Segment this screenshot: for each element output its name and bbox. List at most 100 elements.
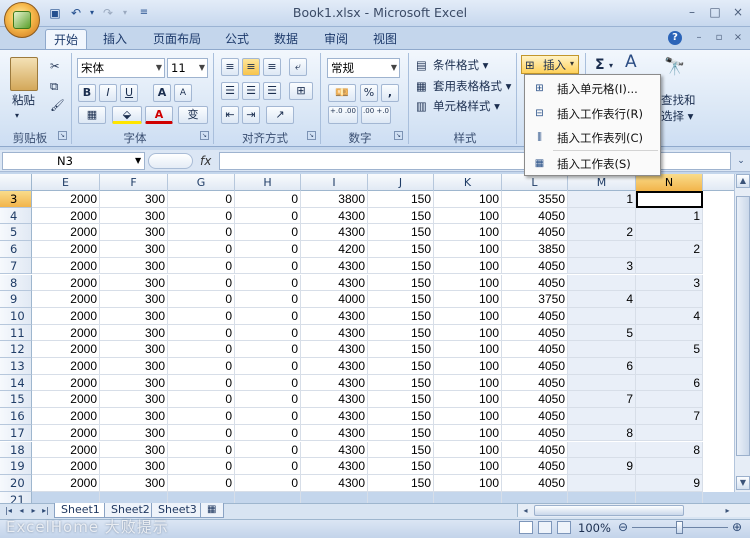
table-cell[interactable]: 300 — [100, 358, 168, 375]
zoom-slider-handle[interactable] — [676, 521, 683, 534]
table-cell[interactable] — [568, 408, 636, 425]
workbook-close-button[interactable]: × — [729, 30, 747, 46]
table-cell[interactable]: 7 — [636, 408, 703, 425]
copy-icon[interactable]: ⧉ — [50, 78, 58, 94]
row-header[interactable]: 8 — [0, 274, 32, 292]
row-header[interactable]: 7 — [0, 257, 32, 275]
cut-icon[interactable]: ✂ — [50, 58, 60, 74]
table-cell[interactable]: 4300 — [301, 391, 368, 409]
table-cell[interactable] — [568, 441, 636, 459]
table-cell[interactable] — [568, 274, 636, 292]
table-cell[interactable]: 4050 — [502, 358, 568, 375]
table-cell[interactable]: 2 — [636, 241, 703, 258]
tab-review[interactable]: 审阅 — [316, 29, 356, 50]
table-cell[interactable]: 100 — [434, 241, 502, 258]
orientation-button[interactable]: ↗ — [266, 106, 294, 124]
table-cell[interactable]: 100 — [434, 391, 502, 409]
table-cell[interactable]: 3550 — [502, 191, 568, 208]
table-cell[interactable]: 4200 — [301, 241, 368, 258]
table-cell[interactable]: 300 — [100, 441, 168, 459]
table-cell[interactable]: 150 — [368, 307, 434, 325]
font-color-button[interactable]: A — [145, 106, 173, 124]
menu-insert-cells[interactable]: ⊞ 插入单元格(I)... — [526, 77, 659, 101]
table-cell[interactable]: 0 — [235, 257, 301, 275]
underline-button[interactable]: U — [120, 84, 138, 102]
table-cell[interactable]: 300 — [100, 257, 168, 275]
table-cell[interactable]: 2000 — [32, 274, 100, 292]
table-cell[interactable]: 3850 — [502, 241, 568, 258]
table-cell[interactable]: 150 — [368, 241, 434, 258]
table-cell[interactable]: 100 — [434, 374, 502, 392]
table-cell[interactable]: 300 — [100, 207, 168, 225]
table-cell[interactable] — [636, 324, 703, 342]
align-right-button[interactable]: ☰ — [263, 82, 281, 100]
save-icon[interactable]: ▣ — [47, 5, 63, 21]
menu-insert-sheet[interactable]: ▦ 插入工作表(S) — [526, 152, 659, 176]
table-cell[interactable]: 0 — [168, 241, 235, 258]
table-cell[interactable]: 4050 — [502, 424, 568, 442]
zoom-level[interactable]: 100% — [578, 521, 611, 535]
zoom-in-button[interactable]: ⊕ — [731, 520, 743, 534]
table-cell[interactable]: 0 — [235, 458, 301, 475]
row-header[interactable]: 18 — [0, 441, 32, 459]
table-cell[interactable]: 100 — [434, 307, 502, 325]
table-cell[interactable]: 6 — [636, 374, 703, 392]
table-cell[interactable]: 9 — [636, 474, 703, 492]
undo-dropdown-icon[interactable]: ▾ — [84, 5, 100, 21]
name-box[interactable]: N3 ▼ — [2, 152, 145, 170]
row-header[interactable]: 12 — [0, 341, 32, 358]
grow-font-button[interactable]: A — [153, 84, 171, 102]
row-header[interactable]: 3 — [0, 191, 32, 208]
page-break-view-button[interactable] — [557, 521, 571, 534]
table-cell[interactable]: 0 — [235, 274, 301, 292]
row-header[interactable]: 4 — [0, 207, 32, 225]
table-cell[interactable]: 4300 — [301, 441, 368, 459]
table-cell[interactable]: 150 — [368, 358, 434, 375]
row-header[interactable]: 20 — [0, 474, 32, 492]
table-cell[interactable]: 2000 — [32, 441, 100, 459]
table-cell[interactable]: 4050 — [502, 441, 568, 459]
number-format-select[interactable]: 常规 ▼ — [327, 58, 400, 78]
table-cell[interactable]: 4300 — [301, 374, 368, 392]
table-cell[interactable]: 4300 — [301, 408, 368, 425]
sort-filter-icon[interactable]: A — [625, 54, 637, 71]
row-header[interactable]: 15 — [0, 391, 32, 409]
table-cell[interactable]: 150 — [368, 408, 434, 425]
table-cell[interactable]: 2000 — [32, 291, 100, 308]
table-cell[interactable]: 6 — [568, 358, 636, 375]
tab-home[interactable]: 开始 — [45, 29, 88, 50]
page-layout-view-button[interactable] — [538, 521, 552, 534]
fx-icon[interactable]: fx — [200, 152, 216, 170]
table-cell[interactable]: 150 — [368, 341, 434, 358]
column-header[interactable]: G — [168, 174, 235, 191]
table-cell[interactable]: 0 — [168, 274, 235, 292]
wrap-text-button[interactable]: ⤶ — [289, 58, 307, 76]
table-cell[interactable]: 300 — [100, 391, 168, 409]
table-cell[interactable]: 150 — [368, 191, 434, 208]
table-cell[interactable]: 0 — [235, 408, 301, 425]
alignment-dialog-launcher[interactable]: ↘ — [307, 131, 316, 140]
table-cell[interactable]: 150 — [368, 324, 434, 342]
row-header[interactable]: 14 — [0, 374, 32, 392]
table-cell[interactable]: 0 — [235, 424, 301, 442]
table-cell[interactable] — [568, 307, 636, 325]
table-cell[interactable]: 150 — [368, 207, 434, 225]
column-header[interactable]: H — [235, 174, 301, 191]
table-cell[interactable]: 2000 — [32, 307, 100, 325]
align-center-button[interactable]: ☰ — [242, 82, 260, 100]
paste-icon[interactable] — [10, 57, 38, 91]
table-cell[interactable]: 0 — [168, 224, 235, 242]
binoculars-icon[interactable]: 🔭 — [664, 57, 690, 81]
table-cell[interactable]: 9 — [568, 458, 636, 475]
row-header[interactable]: 19 — [0, 458, 32, 475]
table-cell[interactable]: 0 — [235, 391, 301, 409]
expand-formula-bar-icon[interactable]: ⌄ — [734, 153, 748, 169]
ribbon-minimize-button[interactable]: – — [690, 30, 708, 46]
table-cell[interactable]: 4 — [568, 291, 636, 308]
table-cell[interactable]: 4300 — [301, 207, 368, 225]
table-cell[interactable]: 300 — [100, 291, 168, 308]
table-cell[interactable]: 2000 — [32, 257, 100, 275]
horizontal-scroll-thumb[interactable] — [534, 505, 684, 516]
table-cell[interactable]: 4050 — [502, 207, 568, 225]
scroll-thumb[interactable] — [736, 196, 750, 456]
